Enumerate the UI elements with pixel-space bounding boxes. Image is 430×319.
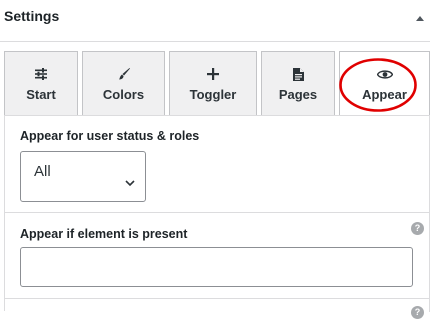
- tab-label: Pages: [278, 87, 318, 102]
- tab-pages[interactable]: Pages: [261, 51, 335, 115]
- plus-icon: [170, 67, 256, 81]
- element-present-label: Appear if element is present: [20, 227, 188, 241]
- roles-select-value: All: [34, 163, 51, 180]
- chevron-down-icon: [125, 174, 135, 192]
- tab-label: Start: [26, 87, 56, 102]
- collapse-arrow-icon[interactable]: [414, 12, 426, 24]
- tab-label: Appear: [362, 87, 407, 102]
- page-icon: [262, 67, 334, 81]
- sliders-icon: [5, 67, 77, 81]
- tab-label: Toggler: [189, 87, 237, 102]
- tab-label: Colors: [102, 87, 145, 102]
- element-present-input[interactable]: [20, 247, 413, 287]
- tab-colors[interactable]: Colors: [82, 51, 165, 115]
- paintbrush-icon: [83, 67, 164, 81]
- help-icon[interactable]: ?: [411, 306, 424, 319]
- eye-icon: [340, 67, 429, 81]
- appear-settings-content: Appear for user status & roles All Appea…: [4, 115, 430, 319]
- tab-toggler[interactable]: Toggler: [169, 51, 257, 115]
- roles-section: Appear for user status & roles All: [5, 116, 430, 213]
- tab-appear[interactable]: Appear: [339, 51, 430, 115]
- roles-select[interactable]: All: [20, 151, 146, 202]
- section-divider: [5, 298, 430, 299]
- help-icon[interactable]: ?: [411, 222, 424, 235]
- settings-panel-header: Settings: [0, 0, 430, 42]
- roles-label: Appear for user status & roles: [20, 129, 200, 143]
- panel-title: Settings: [4, 8, 60, 24]
- tab-start[interactable]: Start: [4, 51, 78, 115]
- tab-bar: Start Colors Toggler Pages Appear: [4, 51, 430, 115]
